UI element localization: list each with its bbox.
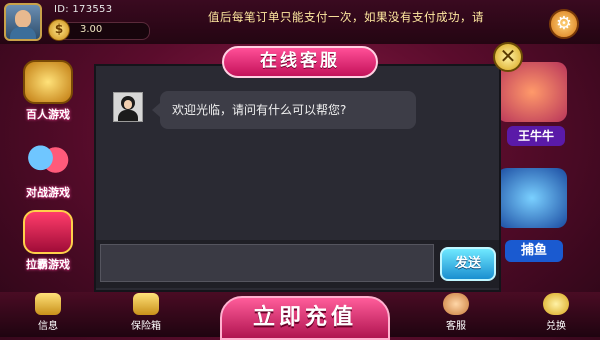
balance-value: 3.00 bbox=[80, 24, 103, 35]
safe-icon bbox=[133, 293, 159, 315]
send-button[interactable]: 发送 bbox=[440, 247, 496, 281]
coin-icon: $ bbox=[48, 19, 70, 41]
user-avatar[interactable] bbox=[4, 3, 42, 41]
agent-avatar bbox=[113, 92, 143, 122]
safe-box-button[interactable]: 保险箱 bbox=[120, 293, 172, 332]
settings-gear-icon[interactable]: ⚙ bbox=[549, 9, 579, 39]
menu-battle-games[interactable]: 对战游戏 bbox=[8, 138, 88, 200]
customer-service-icon bbox=[443, 293, 469, 315]
envelope-icon bbox=[35, 293, 61, 315]
trophy-icon bbox=[23, 60, 73, 104]
menu-label: 百人游戏 bbox=[26, 108, 70, 121]
menu-label: 对战游戏 bbox=[26, 186, 70, 199]
menu-label: 拉霸游戏 bbox=[26, 258, 70, 271]
menu-slot-games[interactable]: 拉霸游戏 bbox=[8, 210, 88, 272]
bubble-tail bbox=[152, 103, 160, 117]
game-card-label: 王牛牛 bbox=[507, 126, 565, 146]
exchange-button[interactable]: 兑换 bbox=[538, 293, 574, 332]
chips-icon bbox=[23, 138, 73, 182]
exchange-icon bbox=[543, 293, 569, 315]
agent-message-bubble: 欢迎光临，请问有什么可以帮您? bbox=[160, 91, 416, 129]
chat-input[interactable] bbox=[100, 244, 434, 282]
game-card-fishing[interactable]: 捕鱼 bbox=[497, 168, 567, 262]
announcement-marquee: 值后每笔订单只能支付一次，如果没有支付成功，请 bbox=[208, 10, 484, 24]
messages-label: 信息 bbox=[38, 321, 58, 332]
service-label: 客服 bbox=[446, 321, 466, 332]
game-card-label: 捕鱼 bbox=[505, 240, 563, 262]
customer-service-button[interactable]: 客服 bbox=[438, 293, 474, 332]
exchange-label: 兑换 bbox=[546, 321, 566, 332]
menu-hundred-player-games[interactable]: 百人游戏 bbox=[8, 60, 88, 122]
dialog-title: 在线客服 bbox=[222, 46, 378, 78]
user-id: ID: 173553 bbox=[54, 4, 113, 15]
safe-label: 保险箱 bbox=[131, 321, 161, 332]
close-icon[interactable]: ✕ bbox=[493, 42, 523, 72]
recharge-button[interactable]: 立即充值 bbox=[220, 296, 390, 340]
slot-machine-icon bbox=[23, 210, 73, 254]
messages-button[interactable]: 信息 bbox=[28, 293, 68, 332]
